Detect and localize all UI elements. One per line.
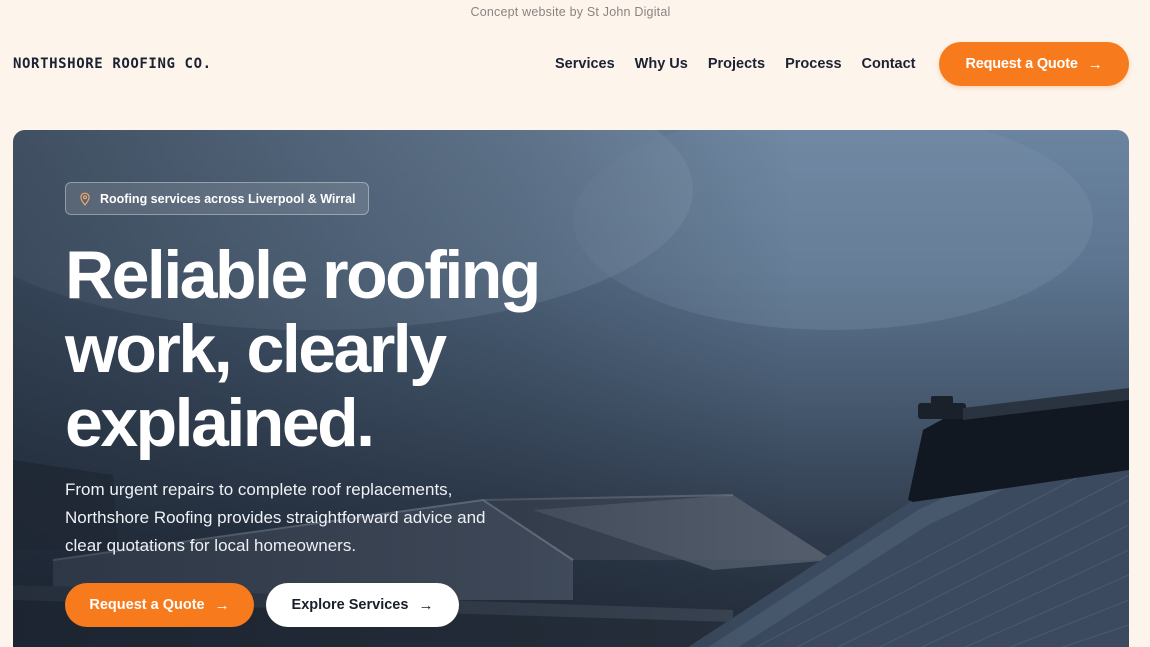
- brand-logo[interactable]: NORTHSHORE ROOFING CO.: [13, 56, 212, 72]
- arrow-right-icon: →: [214, 596, 230, 614]
- hero-headline-line-3: explained.: [65, 385, 375, 461]
- nav-item-why-us[interactable]: Why Us: [635, 56, 688, 72]
- hero-request-quote-label: Request a Quote: [89, 597, 205, 613]
- nav-item-services[interactable]: Services: [555, 56, 615, 72]
- nav-item-process[interactable]: Process: [785, 56, 841, 72]
- explore-services-button[interactable]: Explore Services →: [266, 583, 459, 627]
- header-request-quote-button[interactable]: Request a Quote →: [939, 42, 1129, 86]
- hero-headline-line-2: work, clearly: [65, 311, 447, 387]
- nav-item-projects[interactable]: Projects: [708, 56, 765, 72]
- explore-services-label: Explore Services: [291, 597, 409, 613]
- service-area-badge: Roofing services across Liverpool & Wirr…: [65, 182, 369, 215]
- hero-request-quote-button[interactable]: Request a Quote →: [65, 583, 254, 627]
- main-nav: Services Why Us Projects Process Contact: [555, 56, 936, 72]
- hero-section: Roofing services across Liverpool & Wirr…: [13, 130, 1129, 647]
- arrow-right-icon: →: [418, 596, 434, 614]
- service-area-badge-label: Roofing services across Liverpool & Wirr…: [100, 191, 356, 206]
- site-credit: Concept website by St John Digital: [470, 5, 671, 19]
- hero-headline: Reliable roofing work, clearly explained…: [65, 238, 605, 460]
- hero-headline-line-1: Reliable roofing: [65, 237, 541, 313]
- header-request-quote-label: Request a Quote: [965, 56, 1078, 72]
- hero-description: From urgent repairs to complete roof rep…: [65, 480, 486, 555]
- nav-item-contact[interactable]: Contact: [862, 56, 916, 72]
- map-pin-icon: [80, 192, 90, 206]
- arrow-right-icon: →: [1087, 55, 1103, 73]
